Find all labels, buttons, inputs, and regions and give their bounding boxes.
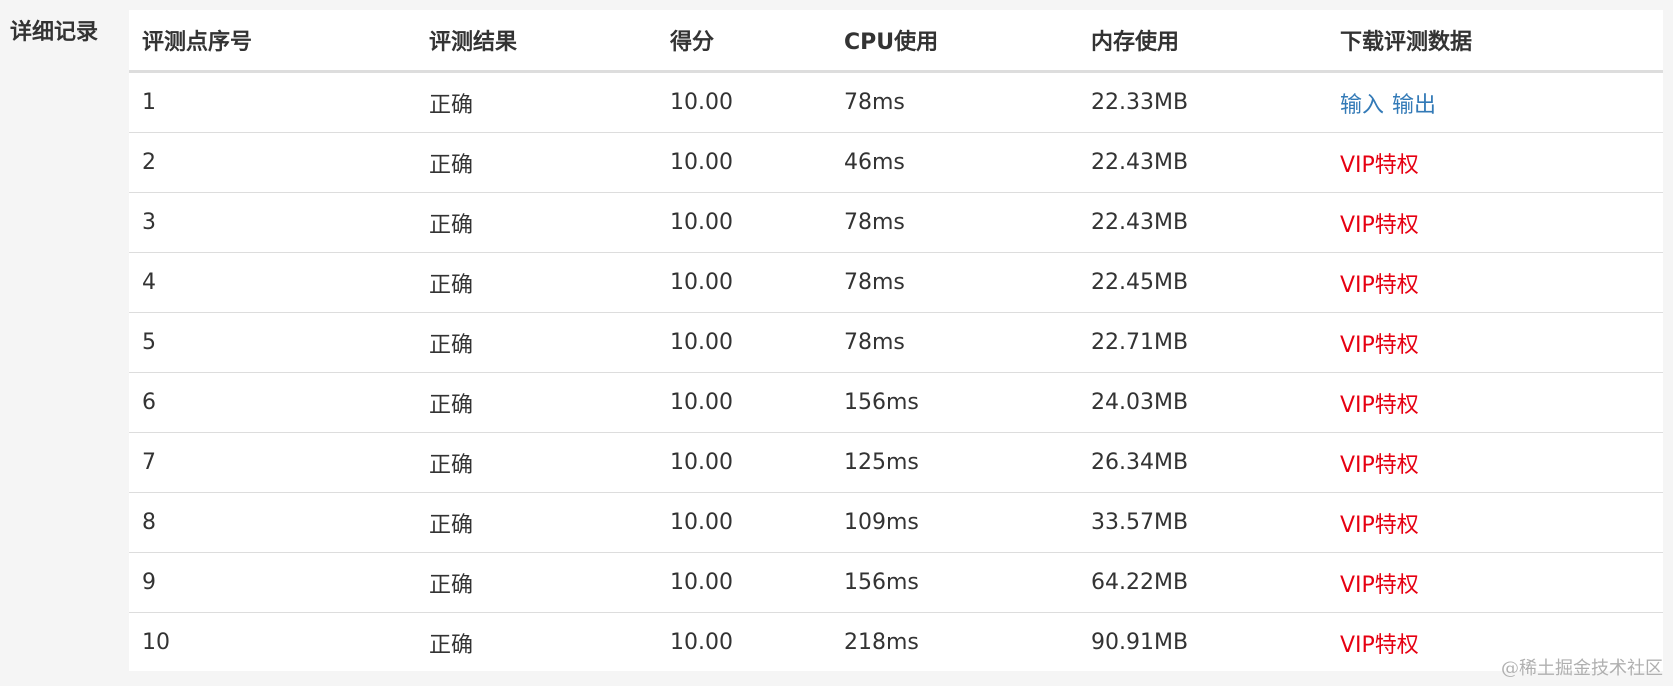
cell-memory-usage: 22.45MB	[1078, 252, 1327, 313]
cell-score: 10.00	[657, 492, 831, 553]
cell-result: 正确	[416, 492, 657, 553]
cell-score: 10.00	[657, 71, 831, 133]
cell-score: 10.00	[657, 312, 831, 373]
table-row: 4 正确 10.00 78ms 22.45MB VIP特权	[129, 252, 1663, 313]
header-testcase-index: 评测点序号	[129, 10, 416, 73]
cell-cpu-usage: 78ms	[831, 71, 1078, 133]
cell-download-data: VIP特权	[1327, 252, 1663, 313]
cell-cpu-usage: 46ms	[831, 132, 1078, 193]
section-label: 详细记录	[10, 20, 99, 45]
cell-memory-usage: 26.34MB	[1078, 432, 1327, 493]
download-input-link[interactable]: 输入	[1340, 93, 1384, 118]
cell-cpu-usage: 78ms	[831, 192, 1078, 253]
cell-memory-usage: 90.91MB	[1091, 630, 1189, 655]
judge-detail-table: 评测点序号 评测结果 得分 CPU使用 内存使用 下载评测数据 1 正确 10.00…	[129, 10, 1663, 672]
cell-memory-usage: 22.33MB	[1078, 71, 1327, 133]
cell-memory-usage: 22.43MB	[1078, 132, 1327, 193]
vip-privilege-label: VIP特权	[1340, 332, 1419, 358]
cell-score: 10.00	[657, 192, 831, 253]
vip-privilege-label: VIP特权	[1340, 392, 1419, 418]
cell-score: 10.00	[657, 372, 831, 433]
table-body: 1 正确 10.00 78ms 22.33MB 输入 输出 2 正确 10.00 46ms 22.43…	[129, 71, 1663, 673]
judge-detail-table-container: 评测点序号 评测结果 得分 CPU使用 内存使用 下载评测数据 1 正确 10.00…	[129, 10, 1663, 671]
vip-privilege-label: VIP特权	[1340, 152, 1419, 178]
cell-testcase-index: 9	[129, 552, 416, 613]
watermark: @稀土掘金技术社区	[1501, 658, 1663, 679]
cell-cpu-usage: 78ms	[831, 252, 1078, 313]
header-row: 评测点序号 评测结果 得分 CPU使用 内存使用 下载评测数据	[129, 10, 1663, 73]
table-row: 8 正确 10.00 109ms 33.57MB VIP特权	[129, 492, 1663, 553]
cell-download-data: 输入 输出	[1327, 71, 1663, 133]
cell-score: 10.00	[657, 252, 831, 313]
cell-testcase-index: 6	[129, 372, 416, 433]
cell-cpu-usage: 156ms	[831, 372, 1078, 433]
cell-result: 正确	[416, 192, 657, 253]
vip-privilege-label: VIP特权	[1340, 452, 1419, 478]
cell-result: 正确	[416, 552, 657, 613]
cell-result: 正确	[416, 312, 657, 373]
table-row: 5 正确 10.00 78ms 22.71MB VIP特权	[129, 312, 1663, 373]
cell-testcase-index: 5	[129, 312, 416, 373]
cell-cpu-usage: 78ms	[831, 312, 1078, 373]
table-row: 10 正确 10.00 218ms 90.91MB VIP特权	[129, 613, 1663, 673]
table-row: 9 正确 10.00 156ms 64.22MB VIP特权	[129, 552, 1663, 613]
vip-privilege-label: VIP特权	[1340, 572, 1419, 598]
cell-cpu-usage: 156ms	[831, 552, 1078, 613]
cell-score: 10.00	[670, 630, 733, 655]
header-cpu-usage: CPU使用	[831, 10, 1078, 73]
table-row: 3 正确 10.00 78ms 22.43MB VIP特权	[129, 192, 1663, 253]
cell-download-data: VIP特权	[1327, 132, 1663, 193]
table-row: 7 正确 10.00 125ms 26.34MB VIP特权	[129, 432, 1663, 493]
cell-result: 正确	[416, 132, 657, 193]
cell-download-data: VIP特权	[1327, 492, 1663, 553]
cell-score: 10.00	[657, 432, 831, 493]
cell-cpu-usage: 125ms	[831, 432, 1078, 493]
header-download-data: 下载评测数据	[1327, 10, 1663, 73]
cell-download-data: VIP特权	[1327, 192, 1663, 253]
cell-download-data: VIP特权	[1327, 552, 1663, 613]
cell-memory-usage: 22.43MB	[1078, 192, 1327, 253]
cell-download-data: VIP特权	[1327, 432, 1663, 493]
cell-testcase-index: 7	[129, 432, 416, 493]
cell-download-data: VIP特权	[1327, 372, 1663, 433]
download-output-link[interactable]: 输出	[1392, 93, 1436, 118]
cell-testcase-index: 10	[142, 630, 170, 655]
cell-memory-usage: 22.71MB	[1078, 312, 1327, 373]
cell-memory-usage: 64.22MB	[1078, 552, 1327, 613]
header-result: 评测结果	[416, 10, 657, 73]
cell-cpu-usage: 109ms	[831, 492, 1078, 553]
table-row: 1 正确 10.00 78ms 22.33MB 输入 输出	[129, 71, 1663, 133]
cell-result: 正确	[429, 632, 474, 658]
cell-result: 正确	[416, 432, 657, 493]
table-header: 评测点序号 评测结果 得分 CPU使用 内存使用 下载评测数据	[129, 10, 1663, 73]
cell-cpu-usage: 218ms	[844, 630, 919, 655]
cell-memory-usage: 24.03MB	[1078, 372, 1327, 433]
table-row: 6 正确 10.00 156ms 24.03MB VIP特权	[129, 372, 1663, 433]
cell-score: 10.00	[657, 132, 831, 193]
cell-testcase-index: 1	[129, 71, 416, 133]
cell-score: 10.00	[657, 552, 831, 613]
cell-result: 正确	[416, 372, 657, 433]
cell-testcase-index: 8	[129, 492, 416, 553]
table-row: 2 正确 10.00 46ms 22.43MB VIP特权	[129, 132, 1663, 193]
cell-result: 正确	[416, 71, 657, 133]
header-score: 得分	[657, 10, 831, 73]
cell-testcase-index: 4	[129, 252, 416, 313]
vip-privilege-label: VIP特权	[1340, 512, 1419, 538]
cell-result: 正确	[416, 252, 657, 313]
cell-testcase-index: 3	[129, 192, 416, 253]
vip-privilege-label: VIP特权	[1340, 272, 1419, 298]
vip-privilege-label: VIP特权	[1340, 212, 1419, 238]
cell-download-data: VIP特权	[1327, 312, 1663, 373]
cell-testcase-index: 2	[129, 132, 416, 193]
vip-privilege-label: VIP特权	[1340, 632, 1419, 658]
cell-memory-usage: 33.57MB	[1078, 492, 1327, 553]
header-memory-usage: 内存使用	[1078, 10, 1327, 73]
